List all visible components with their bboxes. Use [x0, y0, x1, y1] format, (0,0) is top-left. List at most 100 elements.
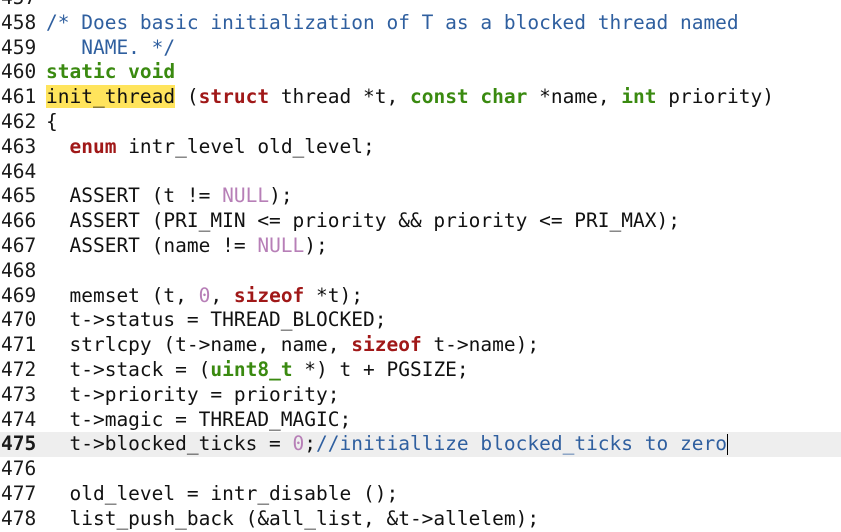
line-number: 461: [1, 85, 37, 109]
code-token: sizeof: [233, 283, 305, 307]
code-token: uint8_t: [210, 358, 293, 381]
code-token: t->stack = (: [46, 358, 211, 381]
line-number: 464: [1, 159, 37, 183]
line-code: {: [46, 110, 58, 135]
code-line[interactable]: 459 NAME. */: [0, 36, 841, 61]
line-code: static void: [46, 60, 175, 85]
code-token: t->blocked_ticks =: [46, 432, 293, 456]
code-token: memset (t,: [46, 283, 199, 307]
code-token: ASSERT (PRI_MIN <= priority && priority …: [46, 209, 680, 233]
code-line[interactable]: 460 static void: [0, 60, 841, 85]
code-token: struct: [198, 85, 270, 109]
code-token: NAME. */: [46, 35, 176, 59]
code-token: *name,: [527, 85, 622, 109]
line-number: 472: [1, 358, 37, 381]
line-code: t->priority = priority;: [46, 382, 340, 408]
line-number: 476: [1, 457, 37, 481]
code-line[interactable]: 465 ASSERT (t != NULL);: [0, 184, 841, 209]
code-line[interactable]: 458 /* Does basic initialization of T as …: [0, 11, 841, 36]
code-line[interactable]: 470 t->status = THREAD_BLOCKED;: [0, 308, 841, 333]
line-code: ASSERT (name != NULL);: [46, 234, 328, 259]
line-number: 460: [1, 60, 37, 84]
code-token: NULL: [257, 234, 305, 257]
line-code: ASSERT (t != NULL);: [46, 184, 293, 209]
line-number: 468: [1, 258, 37, 282]
code-line[interactable]: 469 memset (t, 0, sizeof *t);: [0, 284, 841, 309]
line-number: 466: [1, 209, 37, 233]
code-token: ;: [304, 432, 317, 456]
line-number: 463: [1, 134, 37, 158]
code-token: int: [621, 85, 657, 109]
line-number: 467: [1, 234, 37, 257]
line-number: 457: [0, 0, 41, 11]
code-token: ASSERT (name !=: [46, 234, 258, 257]
code-line[interactable]: 464: [0, 160, 841, 185]
code-token: //initiallize blocked_ticks to zero: [316, 432, 727, 456]
line-code: NAME. */: [46, 36, 175, 61]
code-token: 0: [292, 432, 305, 456]
line-number: 459: [1, 35, 37, 59]
code-token: NULL: [222, 184, 270, 208]
code-line[interactable]: 474 t->magic = THREAD_MAGIC;: [0, 408, 841, 433]
line-code: old_level = intr_disable ();: [46, 482, 398, 507]
code-line[interactable]: 471 strlcpy (t->name, name, sizeof t->na…: [0, 333, 841, 358]
code-token: const char: [409, 85, 528, 109]
line-number: 477: [1, 482, 37, 505]
line-number: 469: [1, 283, 37, 307]
code-token: sizeof: [351, 333, 422, 357]
line-number: 474: [1, 407, 37, 431]
code-line[interactable]: 468: [0, 259, 841, 284]
line-code: init_thread (struct thread *t, const cha…: [46, 85, 774, 110]
code-token: t->priority = priority;: [46, 382, 340, 406]
code-token: {: [46, 110, 58, 133]
code-line[interactable]: 478 list_push_back (&all_list, &t->allel…: [0, 507, 841, 532]
line-code: strlcpy (t->name, name, sizeof t->name);: [46, 333, 539, 358]
code-line[interactable]: 467 ASSERT (name != NULL);: [0, 234, 841, 259]
code-token: static void: [46, 60, 176, 84]
line-number: 458: [1, 10, 37, 34]
line-number: 473: [1, 382, 37, 406]
code-token: t->status = THREAD_BLOCKED;: [46, 308, 387, 332]
code-token: ,: [210, 283, 234, 307]
line-number: 465: [1, 184, 37, 208]
code-token: 0: [198, 283, 211, 307]
code-token: enum: [69, 134, 117, 158]
code-token: priority): [656, 85, 774, 109]
code-line[interactable]: 472 t->stack = (uint8_t *) t + PGSIZE;: [0, 358, 841, 383]
code-token: intr_level old_level;: [116, 134, 375, 158]
line-code: t->status = THREAD_BLOCKED;: [46, 308, 386, 333]
code-token: (: [175, 85, 199, 109]
line-number: 475: [1, 432, 37, 456]
code-token: ASSERT (t !=: [46, 184, 223, 208]
line-number: 478: [1, 506, 37, 530]
code-line[interactable]: 473 t->priority = priority;: [0, 383, 841, 408]
code-token: thread *t,: [269, 85, 410, 109]
code-token: );: [304, 234, 328, 257]
code-token: /* Does basic initialization of T as a b…: [46, 10, 739, 34]
code-line[interactable]: 466 ASSERT (PRI_MIN <= priority && prior…: [0, 209, 841, 234]
code-token: t->magic = THREAD_MAGIC;: [46, 407, 352, 431]
code-token: strlcpy (t->name, name,: [46, 333, 352, 357]
code-line[interactable]: 457: [0, 0, 841, 11]
code-token: );: [269, 184, 293, 208]
code-line[interactable]: 477 old_level = intr_disable ();: [0, 482, 841, 507]
code-line[interactable]: 461 init_thread (struct thread *t, const …: [0, 85, 841, 110]
line-number: 462: [1, 110, 37, 133]
code-editor[interactable]: 457458 /* Does basic initialization of T …: [0, 0, 841, 530]
code-line[interactable]: 463 enum intr_level old_level;: [0, 135, 841, 160]
function-name-highlight: init_thread: [46, 85, 176, 109]
line-code: t->magic = THREAD_MAGIC;: [46, 408, 351, 433]
line-code: enum intr_level old_level;: [46, 134, 375, 160]
code-line[interactable]: 462 {: [0, 110, 841, 135]
text-cursor: [726, 434, 729, 456]
line-code: memset (t, 0, sizeof *t);: [46, 284, 363, 309]
line-code: ASSERT (PRI_MIN <= priority && priority …: [46, 209, 680, 234]
code-token: *) t + PGSIZE;: [292, 358, 469, 381]
code-token: list_push_back (&all_list, &t->allelem);: [46, 506, 540, 530]
line-number: 471: [1, 333, 37, 357]
line-code: /* Does basic initialization of T as a b…: [46, 11, 739, 36]
code-token: t->name);: [421, 333, 540, 357]
code-line[interactable]: 476: [0, 457, 841, 482]
code-line[interactable]: 475 t->blocked_ticks = 0;//initiallize b…: [0, 432, 841, 458]
